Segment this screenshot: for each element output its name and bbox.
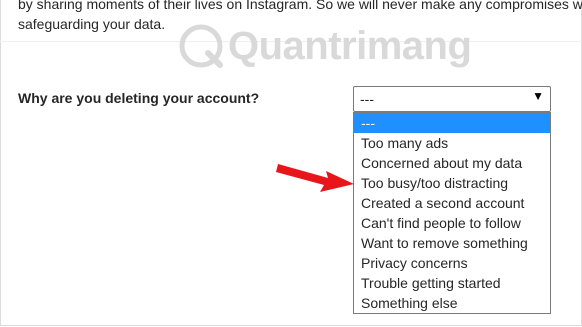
option-concerned-about-data[interactable]: Concerned about my data bbox=[354, 153, 550, 173]
watermark-logo-icon bbox=[179, 24, 223, 68]
delete-reason-label: Why are you deleting your account? bbox=[18, 90, 260, 106]
select-value: --- bbox=[360, 91, 374, 107]
delete-reason-options: --- Too many ads Concerned about my data… bbox=[353, 112, 551, 314]
intro-line-1: by sharing moments of their lives on Ins… bbox=[18, 0, 582, 12]
option-second-account[interactable]: Created a second account bbox=[354, 193, 550, 213]
caret-down-icon: ▼ bbox=[532, 89, 544, 103]
red-arrow-icon bbox=[276, 164, 354, 192]
option-cant-find-people[interactable]: Can't find people to follow bbox=[354, 213, 550, 233]
option-privacy-concerns[interactable]: Privacy concerns bbox=[354, 253, 550, 273]
intro-line-2: safeguarding your data. bbox=[18, 16, 166, 32]
option-trouble-getting-started[interactable]: Trouble getting started bbox=[354, 273, 550, 293]
option-remove-something[interactable]: Want to remove something bbox=[354, 233, 550, 253]
option-too-many-ads[interactable]: Too many ads bbox=[354, 133, 550, 153]
watermark-text: Quantrimang bbox=[228, 23, 472, 68]
watermark: Quantrimang bbox=[178, 18, 472, 74]
option-too-busy[interactable]: Too busy/too distracting bbox=[354, 173, 550, 193]
option-placeholder[interactable]: --- bbox=[354, 113, 550, 133]
option-something-else[interactable]: Something else bbox=[354, 293, 550, 313]
delete-reason-select[interactable]: --- ▼ bbox=[353, 86, 551, 112]
